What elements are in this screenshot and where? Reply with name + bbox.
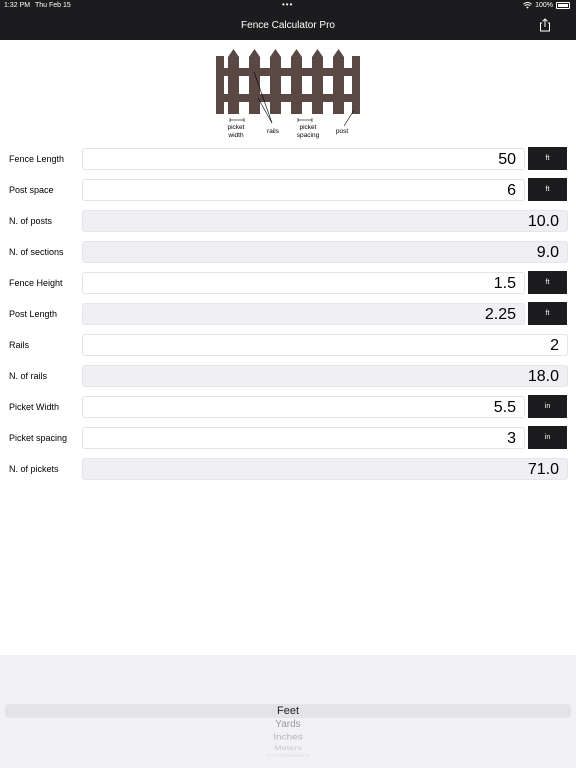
unit-picker[interactable]: Feet Yards Inches Meters Centimeters	[0, 655, 576, 768]
fence-length-label: Fence Length	[9, 154, 65, 164]
picket-width-field[interactable]: 5.5	[82, 396, 525, 418]
picker-option-inches[interactable]: Inches	[0, 733, 576, 742]
status-right: 100%	[523, 2, 570, 9]
row-fence-length: Fence Length 50 ft	[0, 147, 576, 171]
number-of-sections-label: N. of sections	[9, 247, 64, 257]
post-space-value: 6	[507, 182, 516, 199]
fence-height-unit-button[interactable]: ft	[528, 271, 567, 294]
page-title: Fence Calculator Pro	[241, 20, 335, 31]
status-bar: 1:32 PM Thu Feb 15 ••• 100%	[0, 0, 576, 12]
picket-width-value: 5.5	[493, 399, 516, 416]
share-icon[interactable]	[538, 18, 552, 32]
row-number-of-posts: N. of posts 10.0	[0, 209, 576, 233]
number-of-rails-field: 18.0	[82, 365, 568, 387]
picker-option-meters[interactable]: Meters	[0, 745, 576, 752]
picket-spacing-row-label: Picket spacing	[9, 433, 68, 443]
rails-label: rails	[267, 128, 279, 135]
picket-spacing-label: picket spacing	[296, 124, 320, 139]
fence-length-field[interactable]: 50	[82, 148, 525, 170]
fence-length-unit-button[interactable]: ft	[528, 147, 567, 170]
row-post-space: Post space 6 ft	[0, 178, 576, 202]
picker-option-centimeters[interactable]: Centimeters	[0, 753, 576, 757]
picker-option-yards[interactable]: Yards	[0, 719, 576, 730]
number-of-rails-label: N. of rails	[9, 371, 48, 381]
battery-icon	[556, 2, 570, 9]
status-date: Thu Feb 15	[35, 2, 71, 9]
rails-count-label: Rails	[9, 340, 30, 350]
post-space-field[interactable]: 6	[82, 179, 525, 201]
picket-spacing-field[interactable]: 3	[82, 427, 525, 449]
row-post-length: Post Length 2.25 ft	[0, 302, 576, 326]
picket-width-label: picket width	[227, 124, 245, 139]
number-of-pickets-field: 71.0	[82, 458, 568, 480]
post-space-unit-button[interactable]: ft	[528, 178, 567, 201]
number-of-posts-value: 10.0	[527, 213, 559, 230]
fence-diagram: picket width rails picket spacing post	[214, 48, 364, 140]
wifi-icon	[523, 2, 533, 9]
fence-height-value: 1.5	[493, 275, 516, 292]
picket-spacing-unit-button[interactable]: in	[528, 426, 567, 449]
row-rails: Rails 2	[0, 333, 576, 357]
post-space-label: Post space	[9, 185, 54, 195]
row-number-of-pickets: N. of pickets 71.0	[0, 457, 576, 481]
fence-height-label: Fence Height	[9, 278, 63, 288]
picker-option-feet[interactable]: Feet	[0, 705, 576, 717]
rails-value: 2	[550, 337, 559, 354]
navigation-bar: Fence Calculator Pro	[0, 12, 576, 40]
number-of-sections-value: 9.0	[536, 244, 559, 261]
post-length-unit-button[interactable]: ft	[528, 302, 567, 325]
row-number-of-sections: N. of sections 9.0	[0, 240, 576, 264]
post-length-label: Post Length	[9, 309, 58, 319]
fence-length-value: 50	[498, 151, 516, 168]
rails-field[interactable]: 2	[82, 334, 568, 356]
battery-percent: 100%	[535, 2, 553, 9]
number-of-posts-field: 10.0	[82, 210, 568, 232]
status-time: 1:32 PM	[4, 2, 31, 9]
row-picket-spacing: Picket spacing 3 in	[0, 426, 576, 450]
number-of-posts-label: N. of posts	[9, 216, 53, 226]
number-of-rails-value: 18.0	[527, 368, 559, 385]
number-of-pickets-value: 71.0	[527, 461, 559, 478]
row-fence-height: Fence Height 1.5 ft	[0, 271, 576, 295]
post-length-field: 2.25	[82, 303, 525, 325]
picket-width-row-label: Picket Width	[9, 402, 60, 412]
number-of-pickets-label: N. of pickets	[9, 464, 59, 474]
post-label: post	[335, 128, 349, 135]
number-of-sections-field: 9.0	[82, 241, 568, 263]
multitasking-dots[interactable]: •••	[282, 0, 293, 9]
row-number-of-rails: N. of rails 18.0	[0, 364, 576, 388]
fence-height-field[interactable]: 1.5	[82, 272, 525, 294]
picket-width-unit-button[interactable]: in	[528, 395, 567, 418]
row-picket-width: Picket Width 5.5 in	[0, 395, 576, 419]
picket-spacing-value: 3	[507, 430, 516, 447]
post-length-value: 2.25	[484, 306, 516, 323]
